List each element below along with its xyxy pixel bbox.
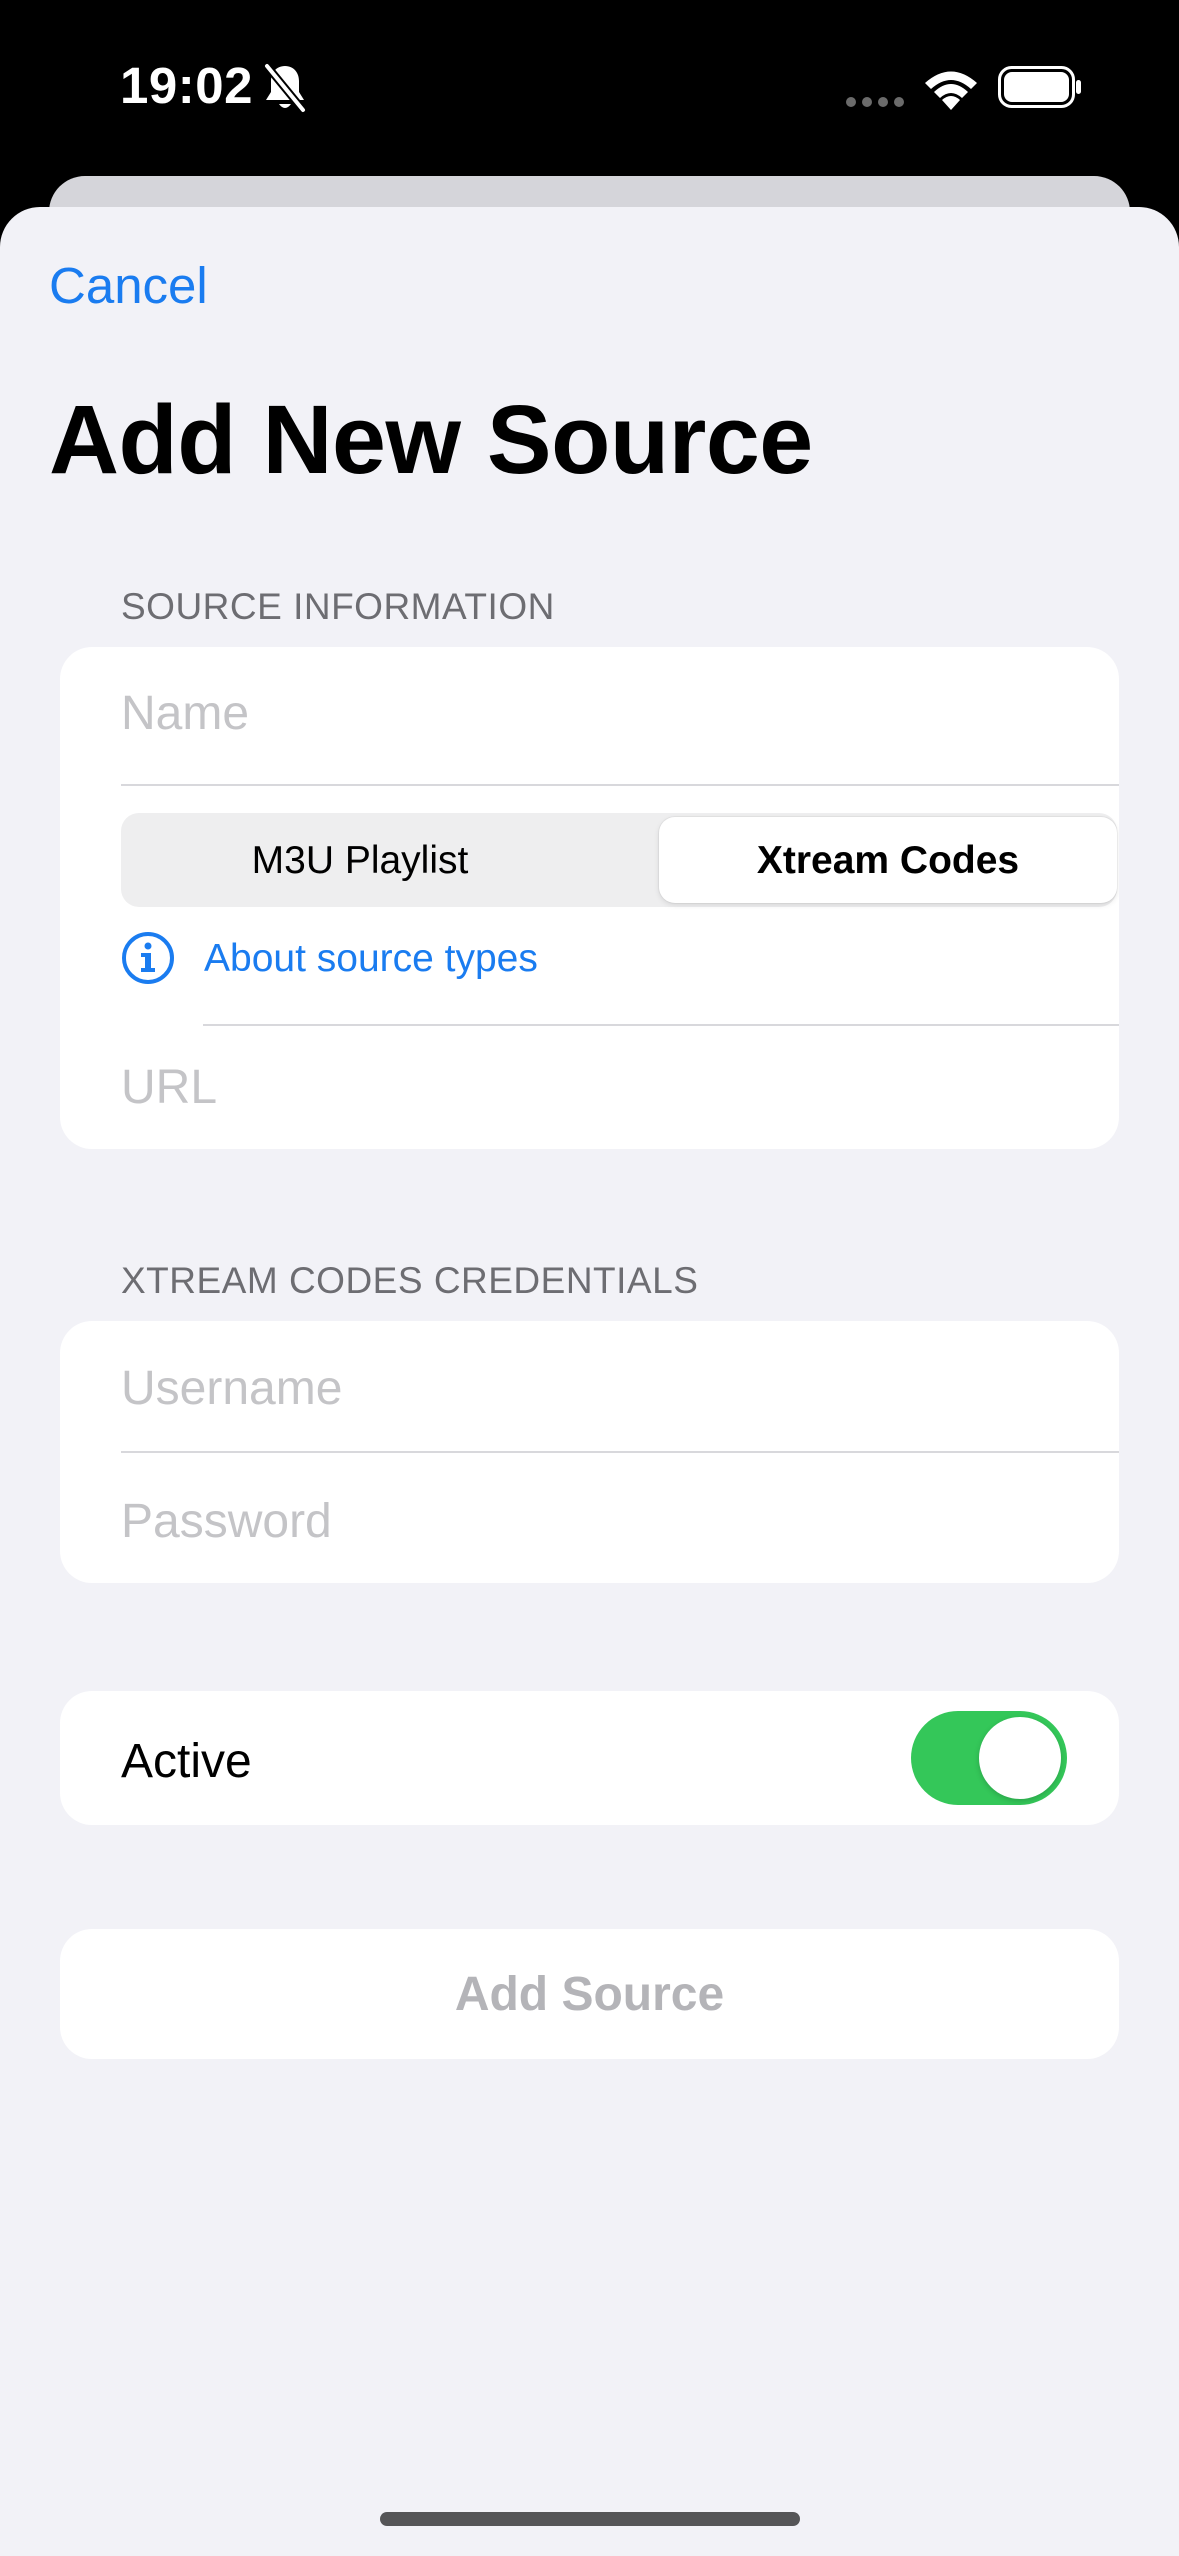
section-header-source-information: SOURCE INFORMATION [121,586,555,627]
divider [121,1451,1119,1453]
segment-xtream-codes[interactable]: Xtream Codes [659,817,1117,903]
active-toggle[interactable] [911,1711,1067,1805]
signal-dots-icon [846,97,904,107]
info-circle-icon [122,932,174,984]
username-input[interactable] [121,1361,1021,1416]
wifi-icon [925,71,977,110]
screen: 19:02 Cancel Add New Source SOURCE INFOR… [0,0,1179,2556]
home-indicator [380,2512,800,2526]
segment-m3u-playlist[interactable]: M3U Playlist [125,817,595,903]
add-source-sheet: Cancel Add New Source SOURCE INFORMATION… [0,207,1179,2556]
credentials-card [60,1321,1119,1583]
password-input[interactable] [121,1494,1021,1549]
section-header-xtream-credentials: XTREAM CODES CREDENTIALS [121,1260,699,1301]
status-bar: 19:02 [0,0,1179,170]
url-input[interactable] [121,1060,1021,1115]
source-type-segmented-control: M3U Playlist Xtream Codes [121,813,1117,907]
about-source-types-link[interactable]: About source types [204,939,538,978]
bell-slash-icon [263,62,307,114]
toggle-knob [979,1717,1061,1799]
add-source-button[interactable]: Add Source [60,1929,1119,2059]
name-input[interactable] [121,686,1021,741]
cancel-button[interactable]: Cancel [49,260,208,311]
divider [203,1024,1119,1026]
source-information-card: M3U Playlist Xtream Codes About source t… [60,647,1119,1149]
divider [121,784,1119,786]
about-source-types-row[interactable]: About source types [121,926,921,990]
active-label: Active [121,1735,252,1788]
active-card: Active [60,1691,1119,1825]
battery-icon [998,66,1081,108]
status-time: 19:02 [120,57,253,114]
page-title: Add New Source [49,385,813,494]
